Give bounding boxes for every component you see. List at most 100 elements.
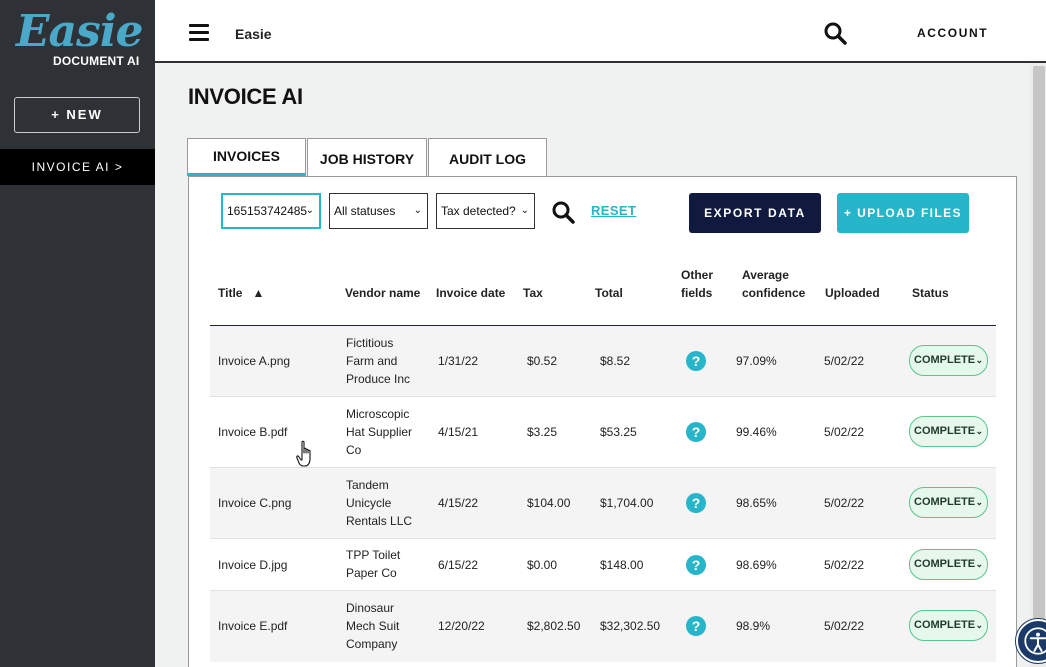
cell-total: $53.25 (600, 425, 637, 439)
table-row[interactable]: Invoice A.png Fictitious Farm and Produc… (210, 326, 996, 397)
logo[interactable]: Easie DOCUMENT AI (16, 6, 144, 68)
accessibility-icon[interactable] (1016, 619, 1046, 663)
tab-invoices[interactable]: INVOICES (187, 138, 306, 176)
column-header-tax[interactable]: Tax (523, 284, 543, 302)
question-icon[interactable]: ? (686, 555, 706, 575)
question-icon[interactable]: ? (686, 422, 706, 442)
cell-confidence: 98.9% (736, 619, 771, 633)
chevron-down-icon: ⌄ (305, 205, 314, 216)
sidebar-item-invoice-ai[interactable]: INVOICE AI > (0, 149, 155, 185)
cell-confidence: 97.09% (736, 354, 777, 368)
job-select-value: 165153742485 (227, 204, 308, 218)
status-dropdown[interactable]: COMPLETE ⌄ (909, 345, 988, 376)
column-header-other-fields[interactable]: Other fields (681, 266, 713, 302)
status-select[interactable]: All statuses ⌄ (329, 193, 428, 229)
column-header-vendor[interactable]: Vendor name (345, 284, 420, 302)
status-badge: COMPLETE (914, 496, 976, 508)
cell-date: 12/20/22 (438, 619, 485, 633)
cell-title[interactable]: Invoice A.png (218, 352, 290, 370)
cell-date: 4/15/21 (438, 425, 479, 439)
cell-uploaded: 5/02/22 (824, 496, 865, 510)
hamburger-icon[interactable] (189, 24, 209, 42)
table-row[interactable]: Invoice E.pdf Dinosaur Mech Suit Company… (210, 591, 996, 662)
cell-confidence: 98.65% (736, 496, 777, 510)
cell-tax: $0.52 (527, 354, 558, 368)
cell-total: $1,704.00 (600, 496, 654, 510)
export-data-button[interactable]: EXPORT DATA (689, 193, 821, 233)
page-title: INVOICE AI (188, 84, 303, 109)
chevron-down-icon: ⌄ (413, 205, 422, 216)
column-header-uploaded[interactable]: Uploaded (825, 284, 880, 302)
question-icon[interactable]: ? (686, 616, 706, 636)
cell-uploaded: 5/02/22 (824, 425, 865, 439)
cell-vendor: Dinosaur Mech Suit Company (346, 601, 400, 651)
account-link[interactable]: ACCOUNT (917, 26, 988, 40)
chevron-down-icon: ⌄ (975, 355, 983, 365)
status-badge: COMPLETE (914, 354, 976, 366)
status-dropdown[interactable]: COMPLETE ⌄ (909, 549, 988, 580)
status-select-value: All statuses (334, 204, 396, 218)
search-icon[interactable] (551, 200, 575, 224)
cell-vendor: Tandem Unicycle Rentals LLC (346, 478, 413, 528)
tab-job-history[interactable]: JOB HISTORY (307, 138, 427, 176)
cell-vendor: Microscopic Hat Supplier Co (346, 407, 413, 457)
cell-total: $148.00 (600, 558, 644, 572)
table-row[interactable]: Invoice C.png Tandem Unicycle Rentals LL… (210, 468, 996, 539)
cell-confidence: 98.69% (736, 558, 777, 572)
cell-uploaded: 5/02/22 (824, 558, 865, 572)
sort-ascending-icon[interactable]: ▲ (252, 286, 264, 300)
chevron-down-icon: ⌄ (975, 620, 983, 630)
status-badge: COMPLETE (914, 619, 976, 631)
cell-tax: $0.00 (527, 558, 558, 572)
column-header-date[interactable]: Invoice date (436, 284, 505, 302)
cell-tax: $104.00 (527, 496, 571, 510)
reset-link[interactable]: RESET (591, 203, 636, 218)
cell-date: 6/15/22 (438, 558, 479, 572)
tab-audit-log[interactable]: AUDIT LOG (428, 138, 547, 176)
cell-uploaded: 5/02/22 (824, 619, 865, 633)
upload-files-button[interactable]: + UPLOAD FILES (837, 193, 969, 233)
cell-title[interactable]: Invoice E.pdf (218, 617, 287, 635)
status-dropdown[interactable]: COMPLETE ⌄ (909, 487, 988, 518)
status-dropdown[interactable]: COMPLETE ⌄ (909, 416, 988, 447)
app-name: Easie (235, 26, 272, 42)
table-row[interactable]: Invoice B.pdf Microscopic Hat Supplier C… (210, 397, 996, 468)
cell-total: $8.52 (600, 354, 631, 368)
logo-subtitle: DOCUMENT AI (53, 54, 140, 68)
sidebar: Easie DOCUMENT AI + NEW INVOICE AI > (0, 0, 155, 667)
column-header-title[interactable]: Title ▲ (218, 284, 264, 302)
cell-tax: $3.25 (527, 425, 558, 439)
logo-wordmark: Easie (16, 6, 144, 57)
status-dropdown[interactable]: COMPLETE ⌄ (909, 610, 988, 641)
cell-title[interactable]: Invoice C.png (218, 494, 291, 512)
cell-title[interactable]: Invoice B.pdf (218, 423, 287, 441)
scrollbar-thumb[interactable] (1033, 66, 1045, 626)
status-badge: COMPLETE (914, 558, 976, 570)
cell-tax: $2,802.50 (527, 619, 581, 633)
top-bar: Easie ACCOUNT (155, 0, 1046, 63)
cell-total: $32,302.50 (600, 619, 661, 633)
tax-select[interactable]: Tax detected? ⌄ (436, 193, 535, 229)
cell-vendor: TPP Toilet Paper Co (346, 548, 401, 580)
cell-date: 1/31/22 (438, 354, 479, 368)
column-header-confidence[interactable]: Average confidence (742, 266, 805, 302)
column-header-total[interactable]: Total (595, 284, 623, 302)
job-select[interactable]: 165153742485 ⌄ (221, 193, 321, 229)
search-icon[interactable] (823, 21, 847, 45)
question-icon[interactable]: ? (686, 351, 706, 371)
chevron-down-icon: ⌄ (975, 426, 983, 436)
hand-cursor-icon (296, 440, 311, 467)
cell-date: 4/15/22 (438, 496, 479, 510)
chevron-down-icon: ⌄ (975, 559, 983, 569)
status-badge: COMPLETE (914, 425, 976, 437)
chevron-down-icon: ⌄ (975, 497, 983, 507)
chevron-down-icon: ⌄ (520, 205, 529, 216)
new-button[interactable]: + NEW (14, 97, 140, 133)
cell-vendor: Fictitious Farm and Produce Inc (346, 336, 411, 386)
question-icon[interactable]: ? (686, 493, 706, 513)
table-row[interactable]: Invoice D.jpg TPP Toilet Paper Co 6/15/2… (210, 539, 996, 591)
cell-uploaded: 5/02/22 (824, 354, 865, 368)
column-header-status[interactable]: Status (912, 284, 949, 302)
tax-select-value: Tax detected? (441, 204, 516, 218)
cell-title[interactable]: Invoice D.jpg (218, 556, 287, 574)
